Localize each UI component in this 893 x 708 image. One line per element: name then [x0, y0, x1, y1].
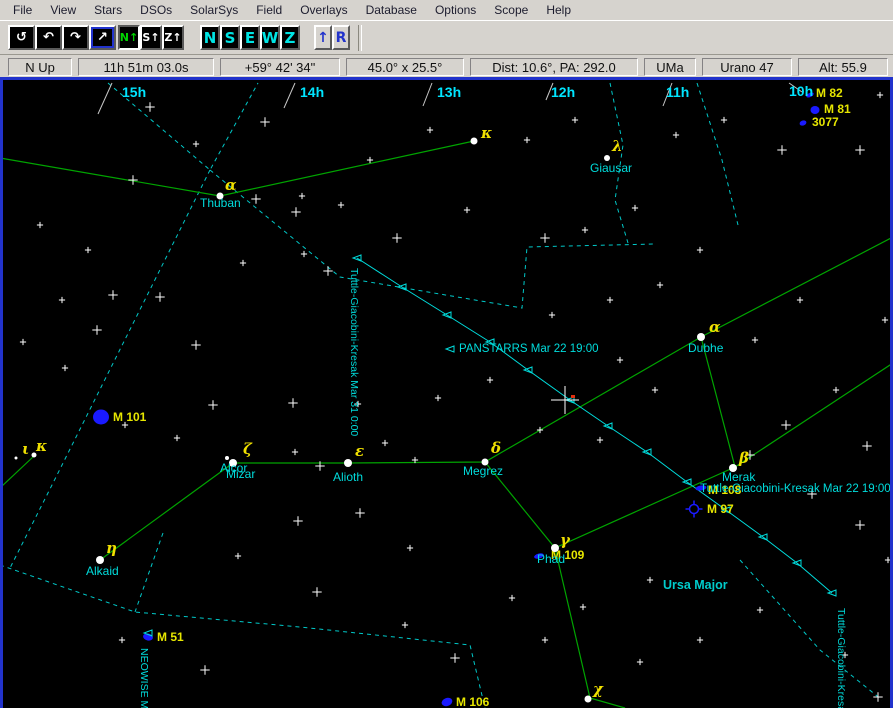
sky-background — [0, 77, 893, 708]
bayer-letter: η — [106, 539, 117, 557]
named-star[interactable] — [96, 556, 104, 564]
star-name-label: Merak — [722, 470, 756, 484]
dso-label: M 97 — [707, 502, 734, 516]
dso-label: M 51 — [157, 630, 184, 644]
named-star[interactable] — [225, 456, 229, 460]
status-constellation: UMa — [644, 58, 696, 76]
bayer-letter: δ — [490, 439, 501, 457]
named-star[interactable] — [471, 138, 478, 145]
zoom-up-button[interactable]: ↑ — [314, 25, 332, 50]
hour-angle-label: 10h — [789, 83, 813, 99]
map-border — [0, 77, 893, 80]
menu-options[interactable]: Options — [426, 1, 485, 19]
star-name-label: Alkaid — [86, 564, 119, 578]
face-west-button[interactable]: W — [260, 25, 280, 50]
star-name-label: Dubhe — [688, 341, 724, 355]
named-star[interactable] — [551, 544, 559, 552]
status-bar: N Up 11h 51m 03.0s +59° 42' 34" 45.0° x 25.… — [0, 55, 893, 79]
menu-bar: FileViewStarsDSOsSolarSysFieldOverlaysDa… — [0, 0, 893, 20]
bayer-letter: ζ — [243, 440, 253, 458]
bayer-letter: ε — [355, 442, 364, 460]
menu-scope[interactable]: Scope — [485, 1, 537, 19]
hour-angle-label: 13h — [437, 84, 461, 100]
dso-label: M 81 — [824, 102, 851, 116]
star-name-label: Megrez — [463, 464, 503, 478]
dso-galaxy[interactable] — [811, 106, 820, 114]
face-north-button[interactable]: N — [200, 25, 220, 50]
toolbar: ↺↶↷↗N↑S↑Z↑NSEWZ↑R — [0, 20, 893, 55]
bayer-letter: χ — [592, 680, 604, 698]
hour-angle-label: 15h — [122, 84, 146, 100]
status-right-ascension: 11h 51m 03.0s — [78, 58, 214, 76]
menu-help[interactable]: Help — [537, 1, 580, 19]
star-name-label: Giausar — [590, 161, 632, 175]
face-east-button[interactable]: E — [240, 25, 260, 50]
hour-angle-label: 11h — [666, 84, 689, 100]
cursor-mark — [571, 395, 575, 398]
rotate-ccw-button[interactable]: ↶ — [35, 25, 62, 50]
named-star[interactable] — [585, 696, 592, 703]
menu-solarsys[interactable]: SolarSys — [181, 1, 247, 19]
named-star[interactable] — [15, 457, 18, 460]
menu-overlays[interactable]: Overlays — [291, 1, 356, 19]
status-distance-pa: Dist: 10.6°, PA: 292.0 — [470, 58, 638, 76]
rotate-cw-button[interactable]: ↷ — [62, 25, 89, 50]
comet-label: Tuttle-Giacobini-Kresak — [835, 608, 847, 708]
hour-angle-label: 12h — [551, 84, 575, 100]
hour-angle-label: 14h — [300, 84, 324, 100]
status-declination: +59° 42' 34" — [220, 58, 340, 76]
south-up-button[interactable]: S↑ — [140, 25, 162, 50]
bayer-letter: ι — [22, 440, 29, 458]
pan-direction-button[interactable]: ↗ — [89, 25, 116, 50]
status-field-of-view: 45.0° x 25.5° — [346, 58, 464, 76]
menu-view[interactable]: View — [41, 1, 85, 19]
star-name-label: Alioth — [333, 470, 363, 484]
face-south-button[interactable]: S — [220, 25, 240, 50]
status-orientation: N Up — [8, 58, 72, 76]
bayer-letter: α — [225, 176, 237, 194]
zenith-up-button[interactable]: Z↑ — [162, 25, 184, 50]
bayer-letter: κ — [480, 124, 492, 142]
comet-label: Tuttle-Giacobini-Kresak Mar 31 0:00 — [348, 268, 360, 436]
comet-label: Tuttle-Giacobini-Kresak Mar 22 19:00 — [700, 483, 891, 495]
bayer-letter: κ — [35, 437, 47, 455]
star-name-label: Phad — [537, 552, 565, 566]
sky-map[interactable]: M 82M 813077M 101M 51M 109M 108M 97M 106… — [0, 77, 893, 708]
bayer-letter: λ — [611, 137, 623, 155]
bayer-letter: α — [709, 318, 721, 336]
star-name-label: Thuban — [200, 196, 241, 210]
dso-label: 3077 — [812, 115, 839, 129]
comet-label: PANSTARRS Mar 22 19:00 — [459, 343, 599, 355]
bayer-letter: γ — [560, 531, 571, 549]
menu-field[interactable]: Field — [247, 1, 291, 19]
toolbar-separator — [358, 25, 362, 51]
north-up-button[interactable]: N↑ — [118, 25, 140, 50]
bayer-letter: β — [738, 449, 749, 467]
dso-galaxy[interactable] — [93, 410, 109, 425]
status-atlas-page: Urano 47 — [702, 58, 792, 76]
face-zenith-button[interactable]: Z — [280, 25, 300, 50]
constellation-name-label: Ursa Major — [663, 578, 728, 592]
named-star[interactable] — [697, 333, 705, 341]
dso-label: M 106 — [456, 695, 490, 708]
redraw-button[interactable]: R — [332, 25, 350, 50]
dso-label: M 101 — [113, 410, 147, 424]
menu-file[interactable]: File — [4, 1, 41, 19]
sky-map-panel: M 82M 813077M 101M 51M 109M 108M 97M 106… — [0, 77, 893, 708]
menu-dsos[interactable]: DSOs — [131, 1, 181, 19]
status-altitude: Alt: 55.9 — [798, 58, 888, 76]
star-name-label: Alcor — [220, 461, 247, 475]
menu-database[interactable]: Database — [357, 1, 426, 19]
dso-label: M 82 — [816, 86, 843, 100]
menu-stars[interactable]: Stars — [85, 1, 131, 19]
planetarium-app-window: FileViewStarsDSOsSolarSysFieldOverlaysDa… — [0, 0, 893, 708]
map-border — [0, 77, 3, 708]
comet-label: NEOWISE Mar 22 19:00 — [138, 648, 150, 708]
named-star[interactable] — [344, 459, 352, 467]
rotate-full-button[interactable]: ↺ — [8, 25, 35, 50]
